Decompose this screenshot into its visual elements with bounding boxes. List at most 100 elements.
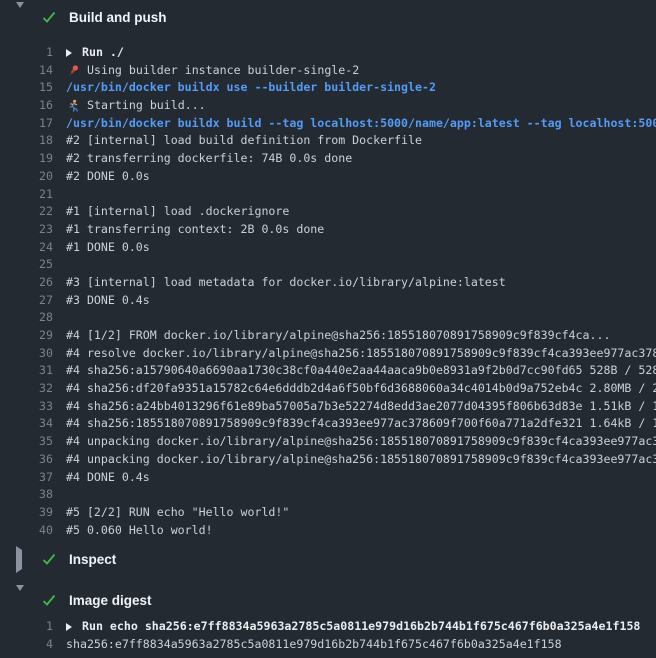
- log-line-text: Using builder instance builder-single-2: [66, 62, 656, 80]
- log-line: 35 #4 unpacking docker.io/library/alpine@…: [0, 433, 656, 451]
- log-line-text: [66, 309, 656, 327]
- log-line: 39 #5 [2/2] RUN echo "Hello world!": [0, 504, 656, 522]
- line-number[interactable]: 36: [0, 451, 53, 469]
- log-line-text: #4 [1/2] FROM docker.io/library/alpine@s…: [66, 327, 656, 345]
- log-line-text: #4 sha256:df20fa9351a15782c64e6dddb2d4a6…: [66, 380, 656, 398]
- section-header-image-digest[interactable]: Image digest: [0, 586, 656, 614]
- line-number[interactable]: 29: [0, 327, 53, 345]
- log-line: 31 #4 sha256:a15790640a6690aa1730c38cf0a4…: [0, 362, 656, 380]
- line-number[interactable]: 25: [0, 256, 53, 274]
- log-line-text: #4 sha256:185518070891758909c9f839cf4ca3…: [66, 415, 656, 433]
- check-icon: [41, 551, 57, 567]
- log-line: 32 #4 sha256:df20fa9351a15782c64e6dddb2d4…: [0, 380, 656, 398]
- log-line: 33 #4 sha256:a24bb4013296f61e89ba57005a7b…: [0, 398, 656, 416]
- log-line: 22 #1 [internal] load .dockerignore: [0, 203, 656, 221]
- log-line-text: #1 DONE 0.0s: [66, 239, 656, 257]
- log-line: 4 sha256:e7ff8834a5963a2785c5a0811e979d16…: [0, 636, 656, 654]
- log-line: 28: [0, 309, 656, 327]
- section-title: Image digest: [69, 593, 152, 608]
- line-number[interactable]: 1: [0, 44, 53, 62]
- actions-log-viewer: Build and push 1Run ./14Using builder in…: [0, 0, 656, 658]
- section-title: Inspect: [69, 552, 116, 567]
- log-line-text: #3 [internal] load metadata for docker.i…: [66, 274, 656, 292]
- triangle-right-icon[interactable]: [16, 550, 28, 569]
- line-number[interactable]: 40: [0, 522, 53, 540]
- log-line: 40 #5 0.060 Hello world!: [0, 522, 656, 540]
- line-number[interactable]: 19: [0, 150, 53, 168]
- log-line-text: #4 sha256:a15790640a6690aa1730c38cf0a440…: [66, 362, 656, 380]
- line-number[interactable]: 20: [0, 168, 53, 186]
- line-number[interactable]: 33: [0, 398, 53, 416]
- line-number[interactable]: 23: [0, 221, 53, 239]
- log-line-text: /usr/bin/docker buildx build --tag local…: [66, 115, 656, 133]
- log-line: 15/usr/bin/docker buildx use --builder b…: [0, 79, 656, 97]
- line-number[interactable]: 1: [0, 618, 53, 636]
- log-line: 21: [0, 186, 656, 204]
- line-number[interactable]: 4: [0, 636, 53, 654]
- log-line: 24 #1 DONE 0.0s: [0, 239, 656, 257]
- line-number[interactable]: 21: [0, 186, 53, 204]
- line-number[interactable]: 14: [0, 62, 53, 80]
- line-number[interactable]: 28: [0, 309, 53, 327]
- log-line-text: [66, 256, 656, 274]
- log-line: 27 #3 DONE 0.4s: [0, 292, 656, 310]
- run-toggle-icon[interactable]: [66, 49, 72, 57]
- log-line-text: #1 transferring context: 2B 0.0s done: [66, 221, 656, 239]
- log-line: 19#2 transferring dockerfile: 74B 0.0s d…: [0, 150, 656, 168]
- line-number[interactable]: 22: [0, 203, 53, 221]
- triangle-down-icon[interactable]: [16, 591, 28, 610]
- log-line: 18 #2 [internal] load build definition fr…: [0, 132, 656, 150]
- log-lines-build-and-push: 1 Run ./ 14 Using builder instance builder-…: [0, 44, 656, 539]
- log-line-text: #3 DONE 0.4s: [66, 292, 656, 310]
- log-line-text: [66, 486, 656, 504]
- line-number[interactable]: 30: [0, 345, 53, 363]
- log-line: 34 #4 sha256:185518070891758909c9f839cf4c…: [0, 415, 656, 433]
- log-line: 20 #2 DONE 0.0s: [0, 168, 656, 186]
- log-line: 25: [0, 256, 656, 274]
- line-number[interactable]: 17: [0, 115, 53, 133]
- log-line: 23 #1 transferring context: 2B 0.0s done: [0, 221, 656, 239]
- line-number[interactable]: 16: [0, 97, 53, 115]
- log-line: 38: [0, 486, 656, 504]
- log-lines-image-digest: 1 Run echo sha256:e7ff8834a5963a2785c5a08…: [0, 618, 656, 653]
- log-line-text: #2 [internal] load build definition from…: [66, 132, 656, 150]
- line-number[interactable]: 26: [0, 274, 53, 292]
- triangle-down-icon[interactable]: [16, 8, 28, 27]
- line-number[interactable]: 15: [0, 79, 53, 97]
- line-number[interactable]: 34: [0, 415, 53, 433]
- log-line-text[interactable]: Run ./: [66, 44, 656, 62]
- section-header-build-and-push[interactable]: Build and push: [0, 3, 656, 31]
- log-line-text: #5 0.060 Hello world!: [66, 522, 656, 540]
- log-line: 37 #4 DONE 0.4s: [0, 469, 656, 487]
- log-line-text: #4 sha256:a24bb4013296f61e89ba57005a7b3e…: [66, 398, 656, 416]
- log-line: 16 Starting build...: [0, 97, 656, 115]
- log-line-text[interactable]: Run echo sha256:e7ff8834a5963a2785c5a081…: [66, 618, 656, 636]
- line-number[interactable]: 35: [0, 433, 53, 451]
- log-line: 17/usr/bin/docker buildx build --tag loc…: [0, 115, 656, 133]
- line-number[interactable]: 32: [0, 380, 53, 398]
- log-line: 1 Run echo sha256:e7ff8834a5963a2785c5a08…: [0, 618, 656, 636]
- run-toggle-icon[interactable]: [66, 623, 72, 631]
- line-number[interactable]: 39: [0, 504, 53, 522]
- log-line: 36#4 unpacking docker.io/library/alpine@…: [0, 451, 656, 469]
- check-icon: [41, 9, 57, 25]
- section-title: Build and push: [69, 10, 167, 25]
- line-number[interactable]: 24: [0, 239, 53, 257]
- log-line-text: Starting build...: [66, 97, 656, 115]
- line-number[interactable]: 31: [0, 362, 53, 380]
- line-number[interactable]: 18: [0, 132, 53, 150]
- line-number[interactable]: 27: [0, 292, 53, 310]
- log-line-text: #5 [2/2] RUN echo "Hello world!": [66, 504, 656, 522]
- log-line: 26 #3 [internal] load metadata for docker…: [0, 274, 656, 292]
- log-line-text: #4 DONE 0.4s: [66, 469, 656, 487]
- section-header-inspect[interactable]: Inspect: [0, 545, 656, 573]
- log-line-text: #2 DONE 0.0s: [66, 168, 656, 186]
- log-line: 14 Using builder instance builder-single-…: [0, 62, 656, 80]
- log-line-text: #4 resolve docker.io/library/alpine@sha2…: [66, 345, 656, 363]
- log-line-text: #4 unpacking docker.io/library/alpine@sh…: [66, 433, 656, 451]
- line-number[interactable]: 38: [0, 486, 53, 504]
- log-line-text: #1 [internal] load .dockerignore: [66, 203, 656, 221]
- log-line: 30 #4 resolve docker.io/library/alpine@sh…: [0, 345, 656, 363]
- line-number[interactable]: 37: [0, 469, 53, 487]
- log-line-text: sha256:e7ff8834a5963a2785c5a0811e979d16b…: [66, 636, 656, 654]
